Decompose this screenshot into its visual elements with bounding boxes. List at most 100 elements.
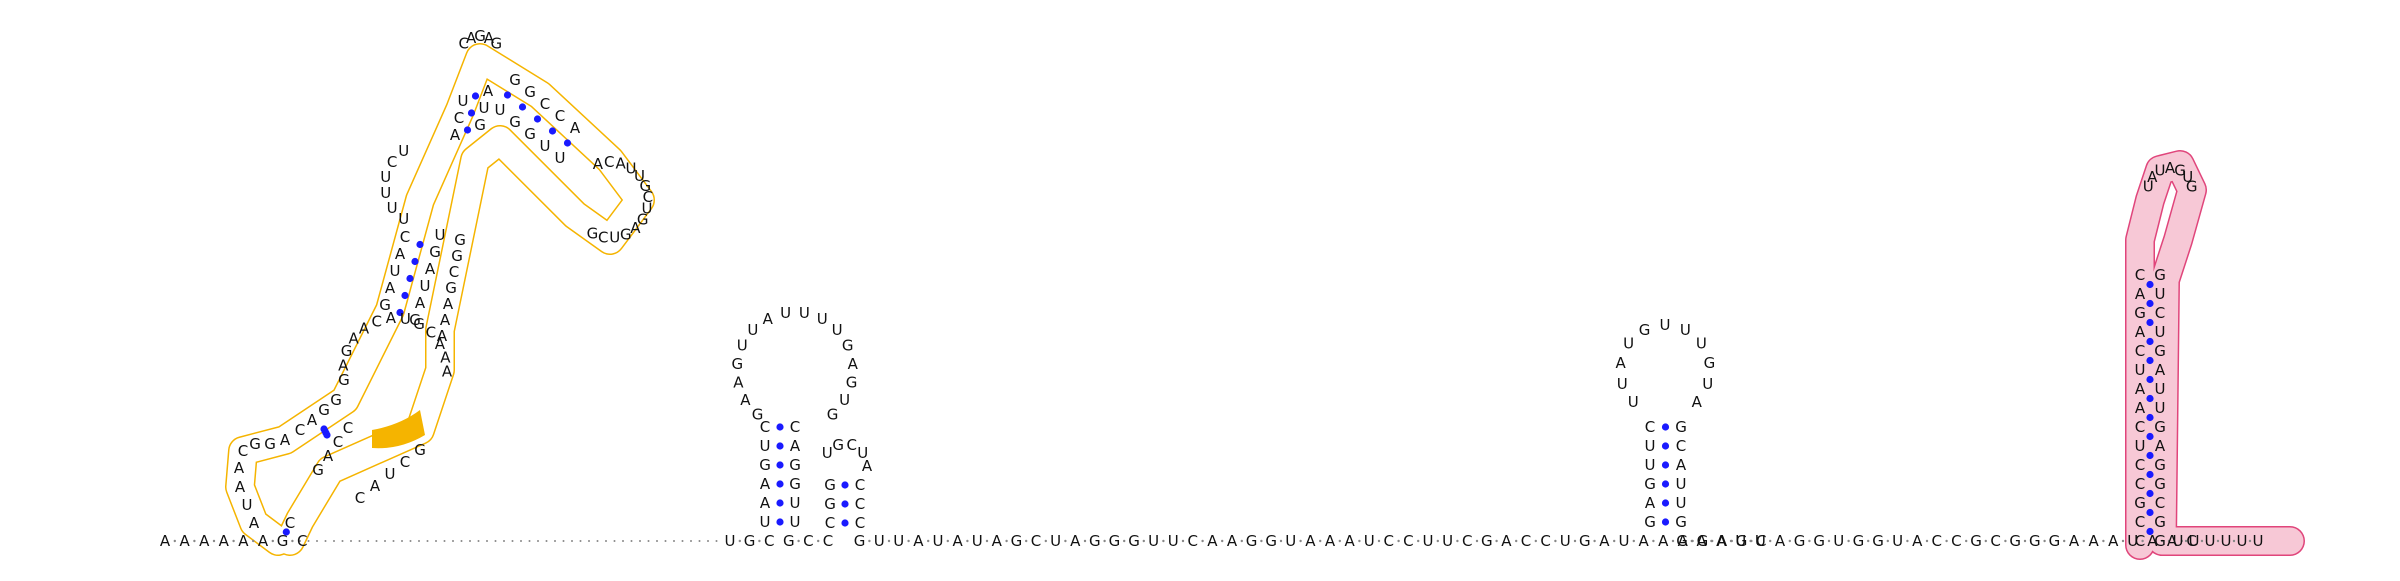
backbone-dot (333, 540, 335, 542)
nucleotide-U: U (933, 532, 944, 550)
backbone-dot (193, 539, 196, 543)
backbone-dot (1044, 539, 1048, 543)
backbone-dot (1123, 539, 1126, 543)
nucleotide-C: C (598, 228, 608, 246)
nucleotide-G: G (759, 456, 771, 474)
backbone-dot (1515, 539, 1518, 543)
backbone-dot (2102, 539, 2105, 543)
base-pair-dot (2146, 432, 2154, 441)
backbone-dot (681, 540, 684, 542)
nucleotide-A: A (992, 532, 1003, 550)
nucleotide-U: U (2155, 161, 2166, 179)
nucleotide-G: G (490, 34, 502, 52)
nucleotide-U: U (1442, 532, 1453, 550)
nucleotide-U: U (822, 444, 833, 462)
backbone-dot (1613, 539, 1616, 543)
backbone-dot (2023, 539, 2027, 543)
backbone-dot (252, 539, 255, 543)
nucleotide-G: G (824, 495, 836, 513)
nucleotide-G: G (429, 243, 441, 261)
backbone-dot (1632, 539, 1636, 543)
backbone-dot (630, 540, 633, 542)
nucleotide-U: U (1645, 437, 1656, 455)
base-pair-dot (518, 103, 527, 111)
backbone-dot (1436, 539, 1440, 543)
nucleotide-C: C (371, 312, 381, 330)
nucleotide-U: U (1660, 316, 1671, 334)
nucleotide-G: G (832, 436, 844, 454)
nucleotide-C: C (1384, 532, 1394, 550)
nucleotide-G: G (2154, 418, 2166, 436)
backbone-dot (1221, 539, 1224, 543)
nucleotide-C: C (238, 442, 248, 460)
nucleotide-C: C (2155, 304, 2165, 322)
backbone-dot (1397, 539, 1400, 543)
base-pair-dot (1661, 499, 1670, 507)
nucleotide-U: U (760, 437, 771, 455)
nucleotide-A: A (2135, 285, 2146, 303)
nucleotide-U: U (2155, 380, 2166, 398)
nucleotide-G: G (1481, 532, 1493, 550)
backbone-dot (647, 540, 650, 542)
base-pair-dot (2146, 299, 2154, 308)
backbone-dot (2248, 539, 2252, 543)
backbone-dot (1945, 539, 1948, 543)
nucleotide-A: A (1227, 532, 1238, 550)
nucleotide-U: U (479, 99, 490, 117)
nucleotide-A: A (1692, 393, 1703, 411)
nucleotide-C: C (555, 107, 565, 125)
backbone-dot (1808, 539, 1811, 543)
base-pair-dot (563, 139, 572, 147)
nucleotide-A: A (1912, 532, 1923, 550)
backbone-dot (622, 540, 624, 542)
nucleotide-A: A (2135, 380, 2146, 398)
backbone-dot (545, 540, 548, 542)
backbone-dot (324, 540, 327, 542)
backbone-dot (341, 540, 344, 542)
backbone-dot (690, 540, 692, 542)
nucleotide-G: G (2154, 342, 2166, 360)
base-pair-dot (416, 240, 424, 249)
backbone-dot (2063, 539, 2066, 543)
nucleotide-U: U (435, 226, 446, 244)
backbone-dot (1005, 539, 1008, 543)
nucleotide-U: U (2237, 532, 2248, 550)
nucleotide-C: C (823, 532, 833, 550)
nucleotide-U: U (780, 304, 791, 322)
backbone-dot (927, 539, 930, 543)
nucleotide-A: A (1658, 532, 1669, 550)
nucleotide-A: A (2088, 532, 2099, 550)
nucleotide-U: U (1676, 494, 1687, 512)
nucleotide-G: G (509, 71, 521, 89)
nucleotide-C: C (1540, 532, 1550, 550)
highlight-regions (225, 43, 2305, 560)
nucleotide-G: G (824, 476, 836, 494)
nucleotide-A: A (415, 294, 426, 312)
nucleotide-G: G (827, 405, 839, 423)
nucleotide-U: U (1833, 532, 1844, 550)
backbone-dot (1162, 539, 1165, 543)
nucleotide-G: G (2134, 494, 2146, 512)
nucleotide-C: C (825, 514, 835, 532)
nucleotide-C: C (1676, 437, 1686, 455)
backbone-dot (1906, 539, 1909, 543)
backbone-dot (966, 539, 969, 543)
nucleotide-A: A (1696, 532, 1707, 550)
backbone-dot (1201, 539, 1204, 543)
nucleotide-C: C (1521, 532, 1531, 550)
backbone-dot (2043, 539, 2046, 543)
nucleotide-A: A (348, 330, 359, 348)
nucleotide-G: G (474, 116, 486, 134)
nucleotide-A: A (2155, 437, 2166, 455)
base-pair-dot (1661, 461, 1670, 469)
nucleotide-G: G (2134, 304, 2146, 322)
nucleotide-A: A (760, 475, 771, 493)
backbone-dot (392, 540, 395, 542)
nucleotide-A: A (179, 532, 190, 550)
nucleotide-U: U (1892, 532, 1903, 550)
backbone-dot (868, 539, 871, 543)
nucleotide-U: U (874, 532, 885, 550)
backbone-dot (907, 539, 910, 543)
nucleotide-U: U (1676, 475, 1687, 493)
nucleotide-A: A (359, 319, 370, 337)
